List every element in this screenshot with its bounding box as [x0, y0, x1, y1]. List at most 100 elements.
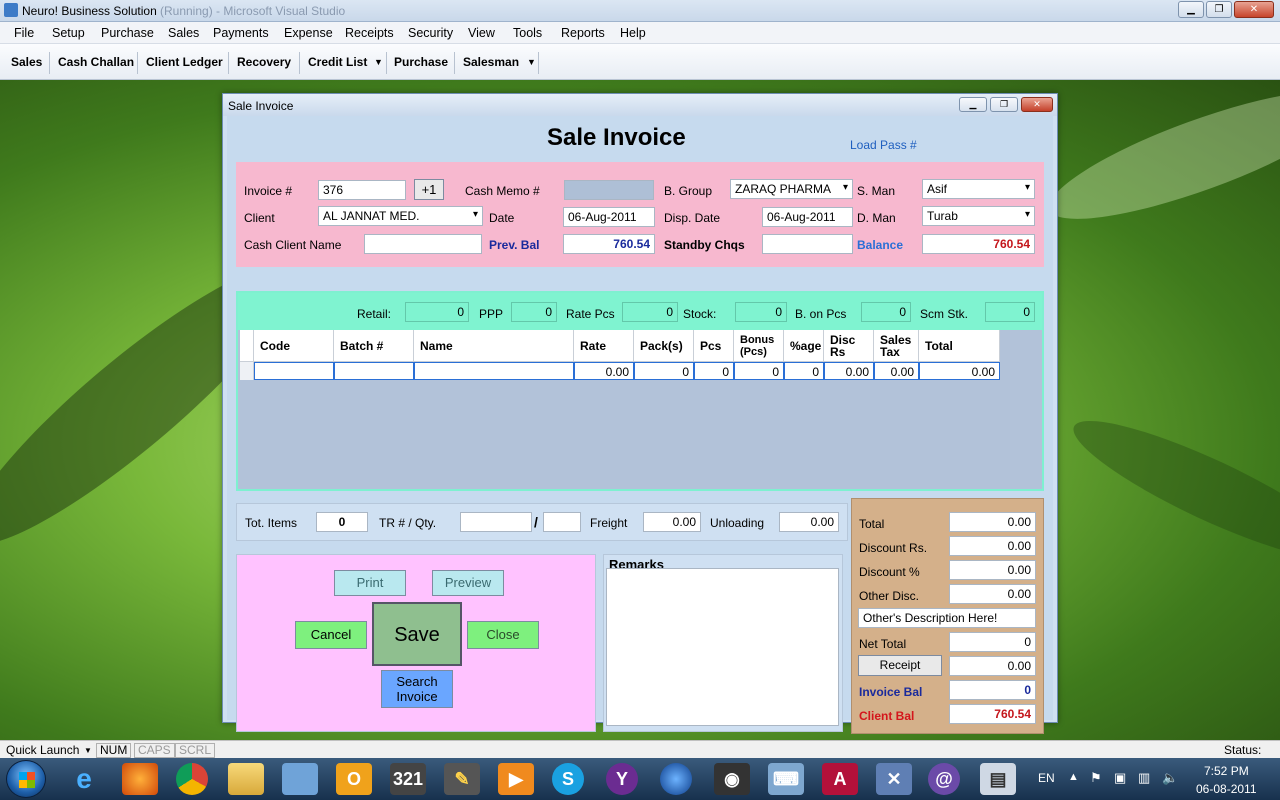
grid-cell-rate[interactable]: 0.00 [574, 362, 634, 380]
cancel-button[interactable]: Cancel [295, 621, 367, 649]
credit-list-dropdown-icon[interactable]: ▼ [374, 57, 383, 67]
search-invoice-button[interactable]: Search Invoice [381, 670, 453, 708]
internet-explorer-icon[interactable]: e [66, 763, 102, 795]
grid-header-packs[interactable]: Pack(s) [634, 330, 694, 362]
volume-icon[interactable]: 🔈 [1162, 770, 1178, 786]
freight-field[interactable]: 0.00 [643, 512, 701, 532]
restore-button[interactable]: ❐ [1206, 1, 1232, 18]
grid-header-name[interactable]: Name [414, 330, 574, 362]
load-pass-link[interactable]: Load Pass # [850, 138, 917, 152]
grid-header-code[interactable]: Code [254, 330, 334, 362]
toolbar-recovery[interactable]: Recovery [237, 55, 291, 69]
grid-cell-bonus[interactable]: 0 [734, 362, 784, 380]
grid-cell-sales-tax[interactable]: 0.00 [874, 362, 919, 380]
toolbar-purchase[interactable]: Purchase [394, 55, 448, 69]
camera-icon[interactable]: ◉ [714, 763, 750, 795]
grid-header-rate[interactable]: Rate [574, 330, 634, 362]
close-window-button[interactable]: ✕ [1234, 1, 1274, 18]
close-button[interactable]: Close [467, 621, 539, 649]
grid-header-batch[interactable]: Batch # [334, 330, 414, 362]
unloading-field[interactable]: 0.00 [779, 512, 839, 532]
grid-cell-total[interactable]: 0.00 [919, 362, 1000, 380]
dialog-minimize-button[interactable]: ▁ [959, 97, 987, 112]
grid-header-disc-rs[interactable]: Disc Rs [824, 330, 874, 362]
discount-rs-field[interactable]: 0.00 [949, 536, 1036, 556]
menu-help[interactable]: Help [620, 26, 646, 40]
outlook-icon[interactable]: O [336, 763, 372, 795]
grid-cell-packs[interactable]: 0 [634, 362, 694, 380]
menu-file[interactable]: File [14, 26, 34, 40]
quick-launch-dropdown-icon[interactable]: ▼ [84, 746, 92, 755]
menu-reports[interactable]: Reports [561, 26, 605, 40]
discount-pct-field[interactable]: 0.00 [949, 560, 1036, 580]
toolbar-client-ledger[interactable]: Client Ledger [146, 55, 223, 69]
cash-client-name-field[interactable] [364, 234, 482, 254]
menu-security[interactable]: Security [408, 26, 453, 40]
menu-setup[interactable]: Setup [52, 26, 85, 40]
device-icon[interactable]: ▣ [1114, 770, 1126, 786]
control-panel-icon[interactable] [282, 763, 318, 795]
yahoo-messenger-icon[interactable]: Y [606, 763, 638, 795]
qty-field[interactable] [543, 512, 581, 532]
firefox-icon[interactable] [122, 763, 158, 795]
grid-header-total[interactable]: Total [919, 330, 1000, 362]
standby-chqs-field[interactable] [762, 234, 853, 254]
toolbar-credit-list[interactable]: Credit List [308, 55, 367, 69]
s-man-select[interactable]: Asif [922, 179, 1035, 199]
grid-row-selector[interactable] [240, 362, 254, 380]
quick-launch-label[interactable]: Quick Launch [6, 743, 79, 757]
other-disc-field[interactable]: 0.00 [949, 584, 1036, 604]
b-group-select[interactable]: ZARAQ PHARMA [730, 179, 853, 199]
menu-payments[interactable]: Payments [213, 26, 269, 40]
other-description-field[interactable]: Other's Description Here! [858, 608, 1036, 628]
menu-sales[interactable]: Sales [168, 26, 199, 40]
pen-tool-icon[interactable]: ✎ [444, 763, 480, 795]
app-spiral-icon[interactable]: @ [928, 763, 960, 795]
menu-purchase[interactable]: Purchase [101, 26, 154, 40]
network-icon[interactable]: ▥ [1138, 770, 1150, 786]
print-button[interactable]: Print [334, 570, 406, 596]
disp-date-field[interactable]: 06-Aug-2011 [762, 207, 853, 227]
menu-expense[interactable]: Expense [284, 26, 333, 40]
preview-button[interactable]: Preview [432, 570, 504, 596]
tr-number-field[interactable] [460, 512, 532, 532]
increment-invoice-button[interactable]: +1 [414, 179, 444, 200]
grid-cell-code[interactable] [254, 362, 334, 380]
clock-time[interactable]: 7:52 PM [1204, 764, 1249, 778]
invoice-number-field[interactable]: 376 [318, 180, 406, 200]
access-icon[interactable]: A [822, 763, 858, 795]
google-earth-icon[interactable] [660, 763, 692, 795]
grid-cell-disc-rs[interactable]: 0.00 [824, 362, 874, 380]
flag-icon[interactable]: ⚑ [1090, 770, 1102, 786]
media-player-icon[interactable]: ▶ [498, 763, 534, 795]
minimize-button[interactable]: ▁ [1178, 1, 1204, 18]
show-hidden-icons[interactable]: ▲ [1068, 771, 1079, 783]
toolbar-cash-challan[interactable]: Cash Challan [58, 55, 134, 69]
remarks-textarea[interactable] [606, 568, 839, 726]
dialog-close-button[interactable]: ✕ [1021, 97, 1053, 112]
grid-cell-pcs[interactable]: 0 [694, 362, 734, 380]
toolbar-salesman[interactable]: Salesman [463, 55, 519, 69]
client-select[interactable]: AL JANNAT MED. [318, 206, 483, 226]
skype-icon[interactable]: S [552, 763, 584, 795]
receipt-button[interactable]: Receipt [858, 655, 942, 676]
grid-header-bonus[interactable]: Bonus (Pcs) [734, 330, 784, 362]
grid-header-percentage[interactable]: %age [784, 330, 824, 362]
menu-view[interactable]: View [468, 26, 495, 40]
toolbar-sales[interactable]: Sales [11, 55, 42, 69]
menu-tools[interactable]: Tools [513, 26, 542, 40]
cash-memo-field[interactable] [564, 180, 654, 200]
grid-cell-name[interactable] [414, 362, 574, 380]
date-field[interactable]: 06-Aug-2011 [563, 207, 655, 227]
menu-receipts[interactable]: Receipts [345, 26, 394, 40]
grid-cell-percentage[interactable]: 0 [784, 362, 824, 380]
visual-studio-icon[interactable]: ✕ [876, 763, 912, 795]
d-man-select[interactable]: Turab [922, 206, 1035, 226]
chrome-icon[interactable] [176, 763, 208, 795]
calendar-321-icon[interactable]: 321 [390, 763, 426, 795]
grid-cell-batch[interactable] [334, 362, 414, 380]
notepad-icon[interactable]: ▤ [980, 763, 1016, 795]
receipt-field[interactable]: 0.00 [949, 656, 1036, 676]
save-button[interactable]: Save [372, 602, 462, 666]
grid-header-pcs[interactable]: Pcs [694, 330, 734, 362]
